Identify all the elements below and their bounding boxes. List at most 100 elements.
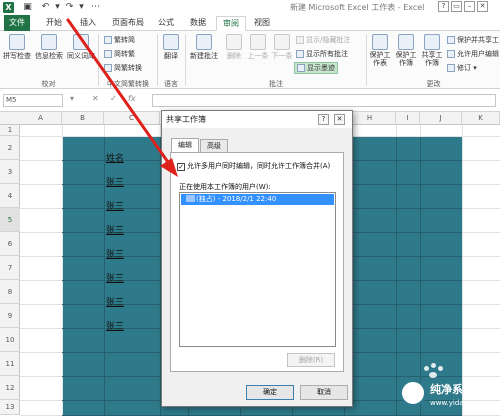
minimize-icon[interactable]: – [464, 1, 475, 12]
translate-button[interactable]: 翻译 [159, 34, 183, 61]
tab-page-layout[interactable]: 页面布局 [108, 16, 148, 31]
tab-edit[interactable]: 编辑 [171, 138, 199, 152]
ok-button[interactable]: 确定 [246, 385, 294, 400]
formula-input[interactable] [152, 94, 496, 107]
research-icon [41, 34, 57, 50]
simplified-icon [104, 50, 112, 58]
undo-icon[interactable]: ↶ [40, 2, 51, 13]
checkbox-checked-icon[interactable]: ✓ [177, 163, 185, 171]
thesaurus-button[interactable]: 同义词库 [66, 34, 96, 61]
column-header-j[interactable]: J [420, 112, 462, 125]
cell-name[interactable]: 张三 [106, 199, 124, 212]
dialog-title: 共享工作簿 [166, 115, 206, 124]
row-header-8[interactable]: 8 [0, 280, 20, 304]
cancel-button[interactable]: 取消 [300, 385, 348, 400]
title-bar: X ▣ ↶ ▾ ↷ ▾ ⋯ 新建 Microsoft Excel 工作表 - E… [0, 0, 500, 15]
column-header-a[interactable]: A [20, 112, 62, 125]
tab-file[interactable]: 文件 [4, 15, 30, 31]
previous-comment-icon [250, 34, 266, 50]
remove-user-button[interactable]: 删除(R) [287, 353, 335, 367]
row-header-1[interactable]: 1 [0, 125, 20, 136]
convert-button[interactable]: 简繁转换 [104, 63, 142, 73]
track-changes-button[interactable]: 修订 ▾ [447, 63, 477, 73]
users-list[interactable]: (独占) - 2018/2/1 22:40 [179, 192, 336, 347]
protect-sheet-button[interactable]: 保护工作表 [368, 34, 392, 67]
show-ink-button[interactable]: 显示墨迹 [294, 62, 338, 74]
name-box[interactable]: M5 [3, 94, 63, 107]
column-header-b[interactable]: B [62, 112, 104, 125]
group-comments-label: 批注 [269, 80, 283, 88]
document-title: 新建 Microsoft Excel 工作表 - Excel [290, 3, 425, 12]
close-window-icon[interactable]: ✕ [477, 1, 488, 12]
protect-share-icon [447, 36, 455, 44]
cell-name-header[interactable]: 姓名 [106, 151, 124, 164]
spelling-button[interactable]: 拼写检查 [2, 34, 32, 61]
cell-name[interactable]: 张三 [106, 247, 124, 260]
row-header-6[interactable]: 6 [0, 232, 20, 256]
tab-data[interactable]: 数据 [186, 16, 210, 31]
help-icon[interactable]: ? [438, 1, 449, 12]
new-comment-button[interactable]: 新建批注 [188, 34, 220, 61]
row-header-10[interactable]: 10 [0, 328, 20, 352]
cancel-entry-icon[interactable]: ✕ [92, 94, 99, 103]
cell-name[interactable]: 张三 [106, 223, 124, 236]
delete-comment-icon [226, 34, 242, 50]
row-header-13[interactable]: 13 [0, 400, 20, 415]
site-watermark: 纯净系统家园 www.yidaimei.com [396, 372, 500, 415]
tab-view[interactable]: 视图 [250, 16, 274, 31]
enter-entry-icon[interactable]: ✓ [110, 94, 117, 103]
cell-name[interactable]: 张三 [106, 175, 124, 188]
thesaurus-icon [73, 34, 89, 50]
paw-print-icon [438, 366, 443, 371]
dialog-help-icon[interactable]: ? [318, 114, 329, 125]
insert-function-icon[interactable]: fx [128, 94, 136, 103]
protect-share-button[interactable]: 保护并共享工 [447, 35, 499, 45]
cell-name[interactable]: 张三 [106, 271, 124, 284]
to-traditional-button[interactable]: 繁转简 [104, 35, 135, 45]
row-header-2[interactable]: 2 [0, 136, 20, 160]
spelling-icon [9, 34, 25, 50]
cell-name[interactable]: 张三 [106, 319, 124, 332]
convert-icon [104, 64, 112, 72]
tab-formulas[interactable]: 公式 [154, 16, 178, 31]
redo-icon[interactable]: ↷ [64, 2, 75, 13]
tab-advanced[interactable]: 高级 [200, 139, 228, 152]
share-workbook-icon [424, 34, 440, 50]
row-header-3[interactable]: 3 [0, 160, 20, 184]
dialog-title-bar[interactable]: 共享工作簿 ? ✕ [162, 111, 352, 128]
allow-edit-ranges-button[interactable]: 允许用户编辑 [447, 49, 499, 59]
row-header-4[interactable]: 4 [0, 184, 20, 208]
cell-name[interactable]: 张三 [106, 295, 124, 308]
allow-multiuser-checkbox[interactable]: ✓ 允许多用户同时编辑，同时允许工作簿合并(A) [177, 161, 330, 171]
tab-review[interactable]: 审阅 [216, 16, 246, 31]
customize-quick-access-icon[interactable]: ⋯ [90, 2, 101, 13]
protect-workbook-button[interactable]: 保护工作簿 [394, 34, 418, 67]
redo-dropdown-icon[interactable]: ▾ [76, 2, 87, 13]
row-header-11[interactable]: 11 [0, 352, 20, 376]
column-header-c[interactable]: C [104, 112, 160, 125]
tab-home[interactable]: 开始 [42, 16, 66, 31]
show-all-comments-button[interactable]: 显示所有批注 [296, 49, 348, 59]
research-button[interactable]: 信息检索 [34, 34, 64, 61]
row-header-5[interactable]: 5 [0, 208, 20, 232]
column-header-i[interactable]: I [396, 112, 420, 125]
ribbon-display-icon[interactable]: ▭ [451, 1, 462, 12]
undo-dropdown-icon[interactable]: ▾ [52, 2, 63, 13]
row-header-9[interactable]: 9 [0, 304, 20, 328]
share-workbook-button[interactable]: 共享工作簿 [420, 34, 444, 67]
translate-icon [163, 34, 179, 50]
to-simplified-button[interactable]: 简转繁 [104, 49, 135, 59]
tab-insert[interactable]: 插入 [76, 16, 100, 31]
user-list-item[interactable]: (独占) - 2018/2/1 22:40 [181, 194, 334, 205]
name-box-dropdown-icon[interactable]: ▾ [70, 94, 74, 103]
dialog-close-icon[interactable]: ✕ [334, 114, 345, 125]
next-comment-button[interactable]: 下一条 [270, 34, 294, 61]
row-header-7[interactable]: 7 [0, 256, 20, 280]
save-icon[interactable]: ▣ [22, 2, 33, 13]
cell-border-vertical [104, 136, 105, 415]
delete-comment-button[interactable]: 删除 [222, 34, 246, 61]
previous-comment-button[interactable]: 上一条 [246, 34, 270, 61]
column-header-k[interactable]: K [462, 112, 500, 125]
row-header-12[interactable]: 12 [0, 376, 20, 400]
show-hide-comment-button[interactable]: 显示/隐藏批注 [296, 35, 350, 45]
